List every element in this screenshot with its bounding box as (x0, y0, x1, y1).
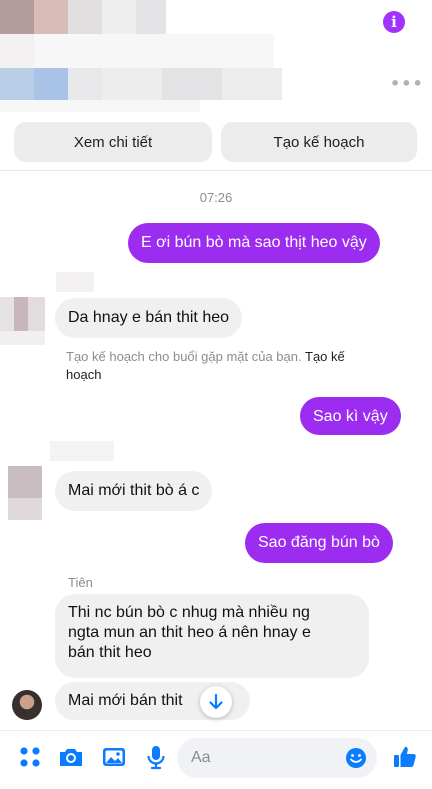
emoji-icon[interactable] (345, 747, 367, 769)
message-input[interactable] (191, 738, 341, 778)
sender-name: Tiên (68, 575, 93, 590)
plan-suggestion-note: Tạo kế hoạch cho buổi gặp mặt của bạn. T… (66, 348, 386, 384)
more-dots-icon[interactable]: ••• (390, 74, 424, 93)
incoming-message[interactable]: Mai mới thit bò á c (55, 471, 213, 511)
outgoing-message[interactable]: Sao kì vậy (300, 397, 401, 435)
thumbs-up-icon[interactable] (392, 744, 418, 770)
outgoing-message[interactable]: Sao đăng bún bò (245, 523, 393, 563)
microphone-icon[interactable] (142, 743, 170, 771)
plan-note-text: Tạo kế hoạch cho buổi gặp mặt của bạn. (66, 349, 302, 364)
menu-dots-icon[interactable] (16, 743, 44, 771)
message-line: bán thit heo (68, 644, 152, 661)
create-plan-link-continued[interactable]: hoạch (66, 367, 101, 382)
contact-avatar[interactable] (12, 690, 42, 720)
header-divider (0, 170, 432, 171)
create-plan-button[interactable]: Tạo kế hoạch (221, 122, 417, 162)
message-line: ngta mun an thit heo á nên hnay e (68, 624, 311, 641)
incoming-message-multiline[interactable]: Thi nc bún bò c nhug mà nhiều ng ngta mu… (55, 594, 369, 678)
gallery-icon[interactable] (100, 743, 128, 771)
view-details-button[interactable]: Xem chi tiết (14, 122, 212, 162)
message-composer (177, 738, 377, 778)
outgoing-message[interactable]: E ơi bún bò mà sao thịt heo vậy (128, 223, 380, 263)
message-timestamp: 07:26 (199, 190, 233, 205)
message-text: Mai mới bán thit (68, 692, 183, 709)
info-icon[interactable]: i (383, 11, 405, 33)
incoming-message[interactable]: Da hnay e bán thit heo (55, 298, 243, 338)
create-plan-link[interactable]: Tạo kế (305, 349, 345, 364)
camera-icon[interactable] (57, 743, 85, 771)
arrow-down-icon (209, 693, 223, 710)
message-line: Thi nc bún bò c nhug mà nhiều ng (68, 604, 310, 621)
scroll-to-bottom-button[interactable] (200, 686, 232, 718)
